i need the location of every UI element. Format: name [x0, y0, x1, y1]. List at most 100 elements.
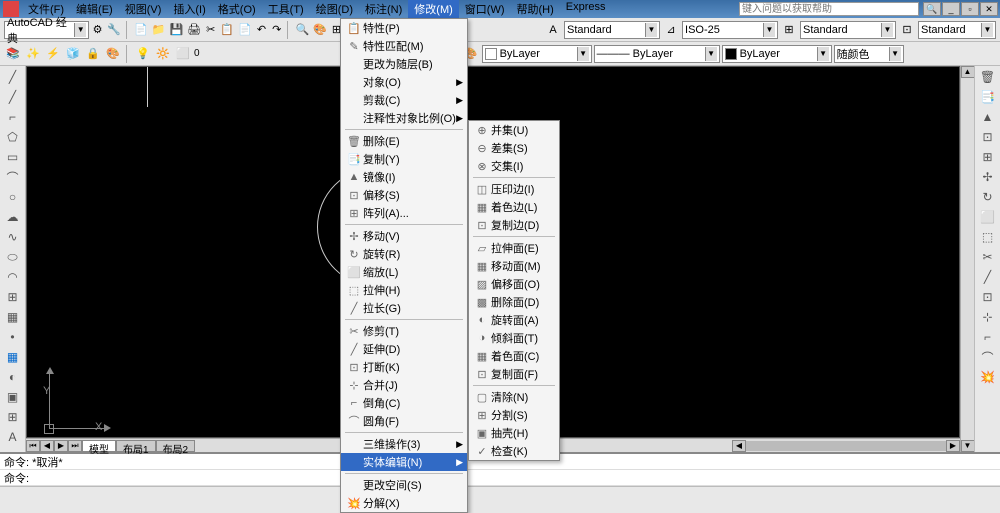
menu-item[interactable]: 💥分解(X) [341, 494, 467, 512]
v-scrollbar[interactable]: ▲ ▼ [960, 66, 974, 452]
tb-icon[interactable]: 🔍 [294, 21, 310, 39]
menu-item[interactable]: ✓检查(K) [469, 442, 559, 460]
undo-icon[interactable]: ↶ [255, 21, 268, 39]
menu-item[interactable]: 🗑删除(E) [341, 132, 467, 150]
color-combo[interactable]: ByLayer▼ [482, 45, 592, 63]
move-icon[interactable]: ✢ [979, 168, 997, 186]
tb-icon[interactable]: 🔆 [154, 45, 172, 63]
menu-item[interactable]: ⊡打断(K) [341, 358, 467, 376]
menu-item[interactable]: ▩删除面(D) [469, 293, 559, 311]
menu-item[interactable]: ⊕并集(U) [469, 121, 559, 139]
revcloud-icon[interactable]: ☁ [4, 208, 22, 226]
mirror-icon[interactable]: ▲ [979, 108, 997, 126]
text-icon[interactable]: A [4, 428, 22, 446]
help-search-input[interactable] [739, 2, 919, 16]
menu-item[interactable]: 注释性对象比例(O)▶ [341, 109, 467, 127]
chamfer-icon[interactable]: ⌐ [979, 328, 997, 346]
array-icon[interactable]: ⊞ [979, 148, 997, 166]
open-icon[interactable]: 📁 [151, 21, 167, 39]
block-icon[interactable]: ▦ [4, 308, 22, 326]
menu-绘图D[interactable]: 绘图(D) [310, 0, 359, 18]
explode-icon[interactable]: 💥 [979, 368, 997, 386]
hatch-icon[interactable]: ▦ [4, 348, 22, 366]
redo-icon[interactable]: ↷ [270, 21, 283, 39]
table-icon[interactable]: ⊞ [4, 408, 22, 426]
menu-item[interactable]: ⊗交集(I) [469, 157, 559, 175]
arc-icon[interactable]: ⌒ [4, 168, 22, 186]
style3-combo[interactable]: Standard▼ [918, 21, 996, 39]
polygon-icon[interactable]: ⬠ [4, 128, 22, 146]
linetype-combo[interactable]: ——— ByLayer▼ [594, 45, 720, 63]
layer-icon[interactable]: 📚 [4, 45, 22, 63]
menu-item[interactable]: 更改为随层(B) [341, 55, 467, 73]
layout1-tab[interactable]: 布局1 [116, 440, 156, 452]
menu-视图V[interactable]: 视图(V) [119, 0, 168, 18]
xline-icon[interactable]: ╱ [4, 88, 22, 106]
copy-icon[interactable]: 📋 [219, 21, 235, 39]
sb-prev-icon[interactable]: ◀ [40, 440, 54, 452]
menu-item[interactable]: ⊞分割(S) [469, 406, 559, 424]
workspace-combo[interactable]: AutoCAD 经典▼ [4, 21, 89, 39]
min-btn[interactable]: _ [942, 2, 960, 16]
model-tab[interactable]: 模型 [82, 440, 116, 452]
rect-icon[interactable]: ▭ [4, 148, 22, 166]
menu-item[interactable]: ⊹合并(J) [341, 376, 467, 394]
sb-up-icon[interactable]: ▲ [961, 66, 975, 78]
menu-item[interactable]: 📑复制(Y) [341, 150, 467, 168]
rotate-icon[interactable]: ↻ [979, 188, 997, 206]
menu-item[interactable]: ✎特性匹配(M) [341, 37, 467, 55]
layout2-tab[interactable]: 布局2 [156, 440, 196, 452]
tb-icon[interactable]: 💡 [134, 45, 152, 63]
tb-icon[interactable]: 🎨 [104, 45, 122, 63]
copy-icon[interactable]: 📑 [979, 88, 997, 106]
menu-item[interactable]: ⊞阵列(A)... [341, 204, 467, 222]
cut-icon[interactable]: ✂ [204, 21, 217, 39]
print-icon[interactable]: 🖨 [186, 21, 202, 39]
color2-combo[interactable]: ByLayer▼ [722, 45, 832, 63]
menu-帮助H[interactable]: 帮助(H) [511, 0, 560, 18]
menu-item[interactable]: ▦着色边(L) [469, 198, 559, 216]
menu-item[interactable]: ▣抽壳(H) [469, 424, 559, 442]
break-icon[interactable]: ⊡ [979, 288, 997, 306]
style-combo[interactable]: Standard▼ [564, 21, 660, 39]
menu-item[interactable]: 📋特性(P) [341, 19, 467, 37]
ellipse-arc-icon[interactable]: ◠ [4, 268, 22, 286]
tb-icon[interactable]: ⚡ [44, 45, 62, 63]
tb-icon[interactable]: A [544, 21, 562, 39]
menu-item[interactable]: ⊡偏移(S) [341, 186, 467, 204]
sb-last-icon[interactable]: ⏭ [68, 440, 82, 452]
menu-item[interactable]: 实体编辑(N)▶ [341, 453, 467, 471]
pline-icon[interactable]: ⌐ [4, 108, 22, 126]
cmd-input[interactable]: 命令: [0, 470, 1000, 486]
menu-工具T[interactable]: 工具(T) [262, 0, 310, 18]
circle-icon[interactable]: ○ [4, 188, 22, 206]
menu-item[interactable]: ◐旋转面(A) [469, 311, 559, 329]
stretch-icon[interactable]: ⬚ [979, 228, 997, 246]
fillet-icon[interactable]: ⌒ [979, 348, 997, 366]
ellipse-icon[interactable]: ⬭ [4, 248, 22, 266]
menu-item[interactable]: ▦移动面(M) [469, 257, 559, 275]
menu-item[interactable]: 对象(O)▶ [341, 73, 467, 91]
tb-icon[interactable]: 🎨 [312, 21, 328, 39]
dimstyle-combo[interactable]: ISO-25▼ [682, 21, 778, 39]
menu-item[interactable]: 三维操作(3)▶ [341, 435, 467, 453]
style2-combo[interactable]: Standard▼ [800, 21, 896, 39]
menu-item[interactable]: 剪裁(C)▶ [341, 91, 467, 109]
menu-item[interactable]: ⊖差集(S) [469, 139, 559, 157]
paste-icon[interactable]: 📄 [237, 21, 253, 39]
menu-item[interactable]: ⊡复制面(F) [469, 365, 559, 383]
line-icon[interactable]: ╱ [4, 68, 22, 86]
menu-Express[interactable]: Express [560, 0, 612, 18]
tb-icon[interactable]: ⊞ [780, 21, 798, 39]
tb-icon[interactable]: 🧊 [64, 45, 82, 63]
menu-item[interactable]: 更改空间(S) [341, 476, 467, 494]
menu-编辑E[interactable]: 编辑(E) [70, 0, 119, 18]
menu-item[interactable]: ▢清除(N) [469, 388, 559, 406]
sb-left-icon[interactable]: ◀ [732, 440, 746, 452]
menu-item[interactable]: ▱拉伸面(E) [469, 239, 559, 257]
menu-item[interactable]: ⊡复制边(D) [469, 216, 559, 234]
menu-格式O[interactable]: 格式(O) [212, 0, 262, 18]
sb-down-icon[interactable]: ▼ [961, 440, 975, 452]
erase-icon[interactable]: 🗑 [979, 68, 997, 86]
menu-标注N[interactable]: 标注(N) [359, 0, 408, 18]
